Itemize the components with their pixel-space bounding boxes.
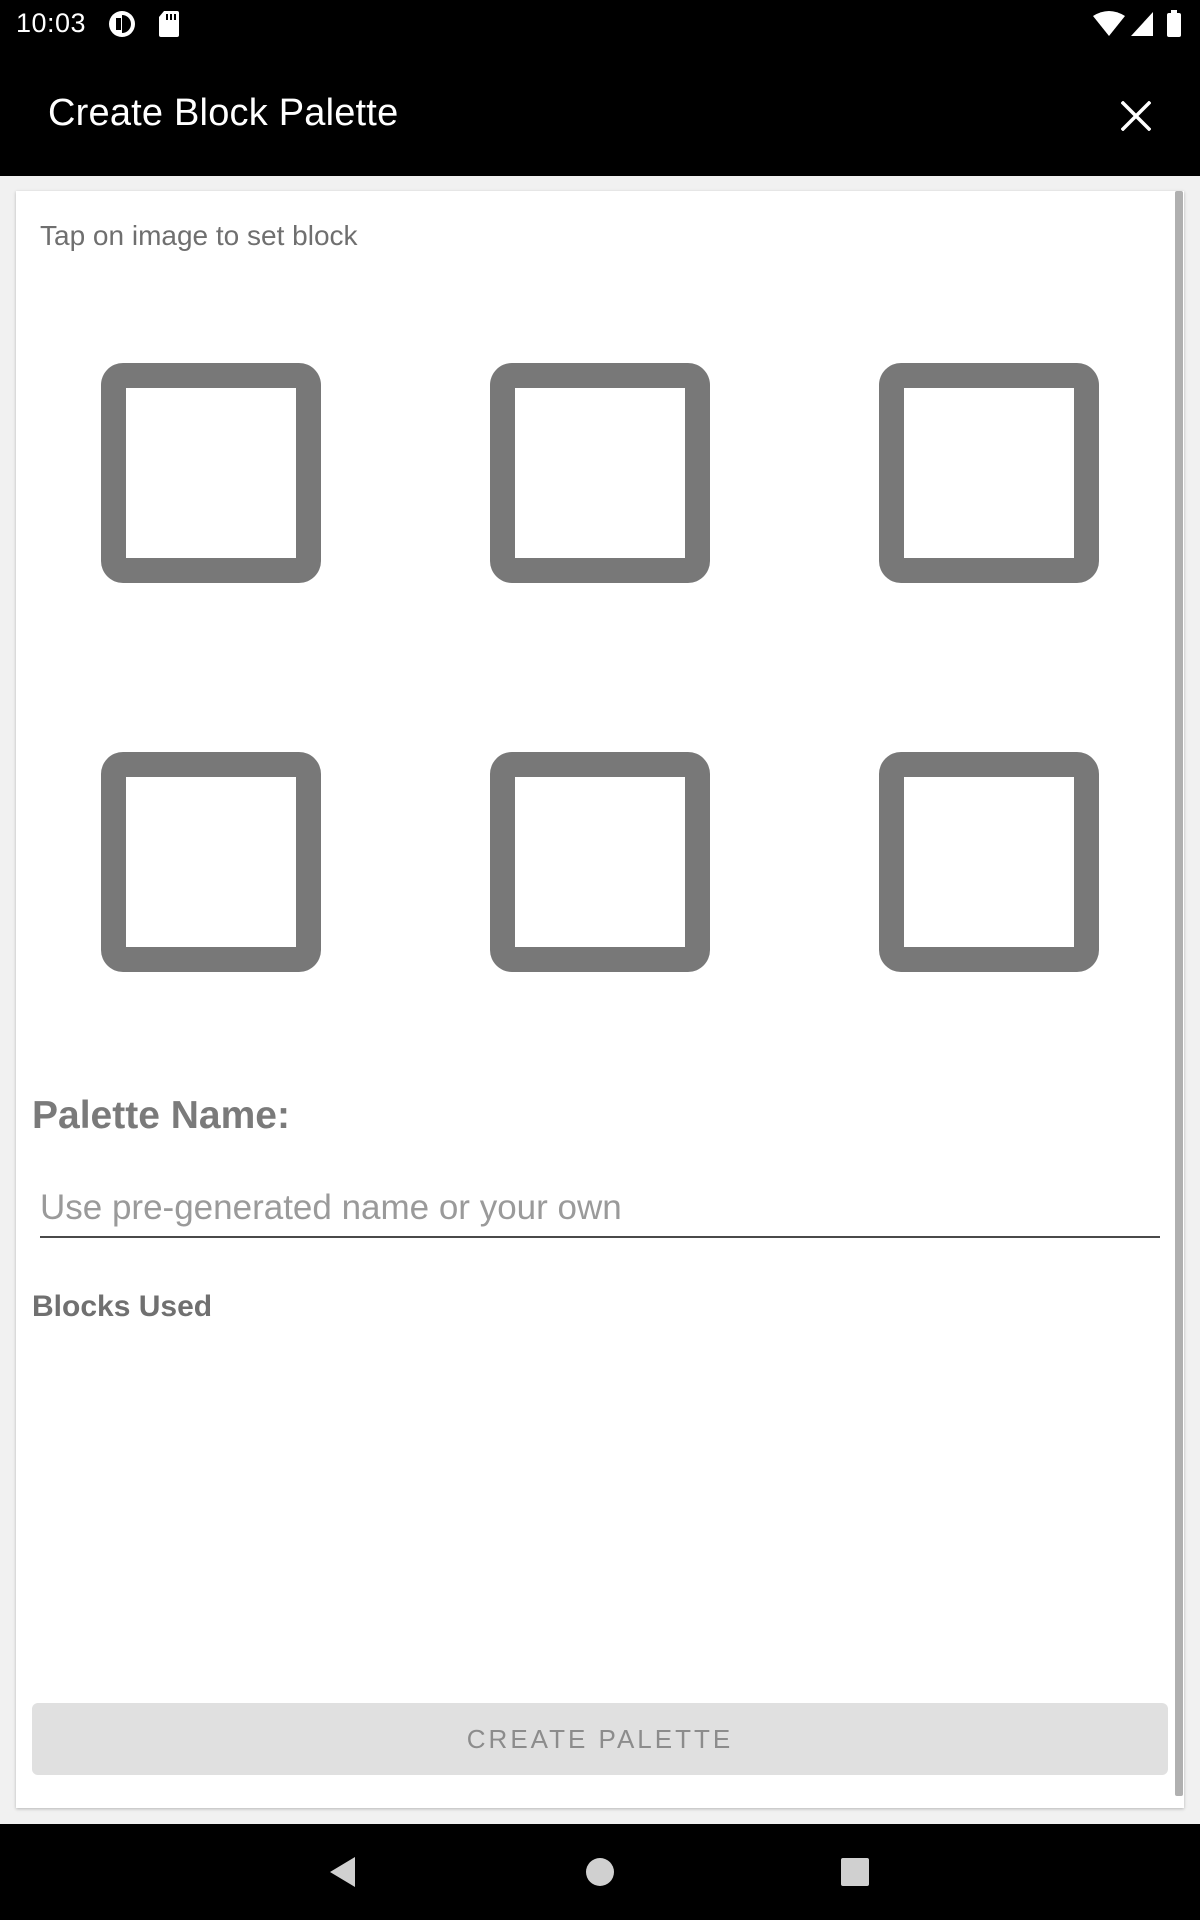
pie-notification-icon — [109, 11, 135, 37]
app-bar: Create Block Palette — [0, 50, 1200, 176]
home-icon — [586, 1858, 614, 1886]
block-slot-2[interactable] — [490, 363, 710, 583]
close-button[interactable] — [1110, 90, 1162, 142]
back-icon — [330, 1857, 355, 1887]
navigation-bar — [0, 1824, 1200, 1920]
recents-icon — [841, 1858, 869, 1886]
blocks-used-label: Blocks Used — [32, 1290, 213, 1323]
block-slot-6[interactable] — [879, 752, 1099, 972]
block-slot-1[interactable] — [101, 363, 321, 583]
status-bar: 10:03 — [0, 0, 1200, 50]
palette-name-label: Palette Name: — [32, 1094, 290, 1137]
battery-icon — [1167, 10, 1181, 37]
palette-name-input[interactable] — [40, 1180, 1160, 1238]
cell-signal-icon — [1131, 12, 1153, 36]
wifi-icon — [1093, 11, 1125, 36]
page-title: Create Block Palette — [48, 92, 399, 134]
sd-card-icon — [159, 11, 179, 37]
block-slot-4[interactable] — [101, 752, 321, 972]
create-palette-button[interactable]: CREATE PALETTE — [32, 1703, 1168, 1775]
scrollbar[interactable] — [1175, 191, 1183, 1796]
recents-button[interactable] — [827, 1844, 883, 1900]
status-time: 10:03 — [16, 8, 87, 38]
block-slot-5[interactable] — [490, 752, 710, 972]
back-button[interactable] — [314, 1844, 370, 1900]
block-slot-3[interactable] — [879, 363, 1099, 583]
close-icon — [1121, 101, 1151, 131]
hint-text: Tap on image to set block — [40, 220, 358, 251]
home-button[interactable] — [572, 1844, 628, 1900]
